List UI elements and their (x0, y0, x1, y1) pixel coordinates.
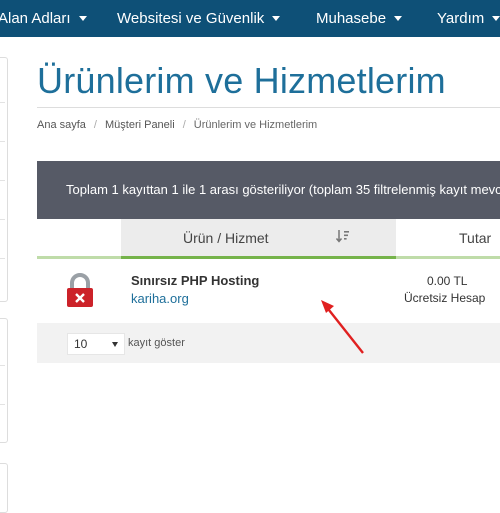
sidebar-divider (0, 102, 5, 103)
breadcrumb-separator: / (93, 119, 97, 131)
chevron-down-icon (394, 16, 403, 21)
nav-item-label: Muhasebe (316, 10, 387, 27)
breadcrumb-client-area[interactable]: Müşteri Paneli (105, 119, 175, 131)
amount-column-label: Tutar (459, 230, 492, 246)
nav-item-label: Yardım (437, 10, 485, 27)
product-amount: 0.00 TL (427, 274, 468, 288)
sidebar-panel (0, 57, 8, 302)
product-column-label: Ürün / Hizmet (183, 230, 269, 246)
sidebar-divider (0, 141, 5, 142)
nav-item-billing[interactable]: Muhasebe (316, 0, 403, 37)
sidebar-divider (0, 258, 5, 259)
title-divider (37, 107, 500, 108)
breadcrumb-current: Ürünlerim ve Hizmetlerim (193, 119, 318, 131)
chevron-down-icon (492, 16, 500, 21)
annotation-arrow-icon (321, 300, 364, 354)
nav-item-label: Alan Adları (0, 10, 71, 27)
table-footer: 10 kayıt göster (37, 323, 500, 363)
table-row[interactable]: Sınırsız PHP Hosting kariha.org 0.00 TL … (37, 259, 500, 323)
product-domain-link[interactable]: kariha.org (131, 291, 189, 306)
breadcrumb-home[interactable]: Ana sayfa (37, 119, 86, 131)
sidebar-divider (0, 219, 5, 220)
product-column-header[interactable]: Ürün / Hizmet (121, 219, 396, 259)
nav-item-support[interactable]: Yardım (437, 0, 500, 37)
sidebar-panel (0, 318, 8, 443)
chevron-down-icon (78, 16, 87, 21)
chevron-down-icon (272, 16, 281, 21)
product-name: Sınırsız PHP Hosting (131, 273, 260, 288)
top-navbar: Alan Adları Websitesi ve Güvenlik Muhase… (0, 0, 500, 37)
page-length-value: 10 (74, 337, 88, 351)
nav-item-label: Websitesi ve Güvenlik (117, 10, 265, 27)
table-info-text: Toplam 1 kayıttan 1 ile 1 arası gösteril… (66, 182, 500, 197)
amount-column-header[interactable]: Tutar (396, 219, 500, 259)
status-column-header (37, 219, 121, 259)
chevron-down-icon (112, 342, 118, 347)
table-header: Ürün / Hizmet Tutar (37, 219, 500, 259)
nav-item-domains[interactable]: Alan Adları (0, 0, 87, 37)
sidebar-panel (0, 463, 8, 513)
sort-down-icon (335, 229, 350, 246)
sidebar-divider (0, 365, 5, 366)
billing-cycle: Ücretsiz Hesap (404, 291, 486, 305)
page-length-label: kayıt göster (128, 337, 185, 349)
table-info-bar: Toplam 1 kayıttan 1 ile 1 arası gösteril… (37, 161, 500, 219)
lock-icon (66, 273, 94, 307)
page-length-select[interactable]: 10 (67, 333, 125, 355)
sidebar-divider (0, 180, 5, 181)
breadcrumb-separator: / (182, 119, 186, 131)
nav-item-website-security[interactable]: Websitesi ve Güvenlik (117, 0, 281, 37)
page-title: Ürünlerim ve Hizmetlerim (37, 60, 446, 101)
breadcrumb: Ana sayfa / Müşteri Paneli / Ürünlerim v… (37, 119, 317, 131)
sidebar-divider (0, 404, 5, 405)
